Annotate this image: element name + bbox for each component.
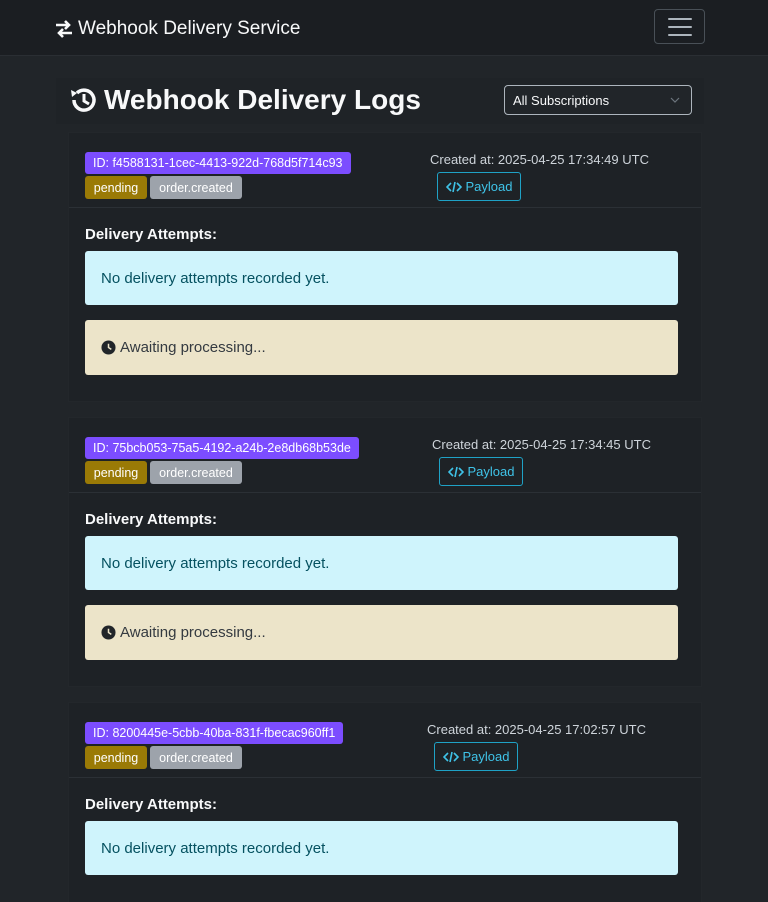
payload-label: Payload — [462, 749, 510, 764]
delivery-card-header: ID: 8200445e-5cbb-40ba-831f-fbecac960ff1… — [69, 703, 701, 778]
created-timestamp: Created at: 2025-04-25 17:02:57 UTC — [427, 722, 646, 737]
payload-button[interactable]: Payload — [439, 457, 523, 486]
event-type-badge: order.created — [150, 461, 242, 484]
code-icon — [445, 181, 462, 192]
event-type-badge: order.created — [150, 176, 242, 199]
clock-icon — [101, 340, 116, 355]
status-badge: pending — [85, 461, 147, 484]
delivery-card: ID: f4588131-1cec-4413-922d-768d5f714c93… — [68, 132, 702, 402]
status-badge: pending — [85, 746, 147, 769]
delivery-id-badge: ID: 75bcb053-75a5-4192-a24b-2e8db68b53de — [85, 437, 359, 459]
exchange-arrows-icon — [56, 20, 72, 38]
delivery-card: ID: 75bcb053-75a5-4192-a24b-2e8db68b53de… — [68, 417, 702, 687]
hamburger-menu-icon — [667, 17, 692, 20]
delivery-id-badge: ID: 8200445e-5cbb-40ba-831f-fbecac960ff1 — [85, 722, 344, 744]
navbar: Webhook Delivery Service — [0, 0, 768, 56]
status-badge: pending — [85, 176, 147, 199]
page-title: Webhook Delivery Logs — [68, 82, 421, 118]
awaiting-processing-alert: Awaiting processing... — [85, 320, 678, 375]
created-timestamp: Created at: 2025-04-25 17:34:45 UTC — [432, 437, 651, 452]
awaiting-processing-text: Awaiting processing... — [120, 624, 266, 641]
no-attempts-alert: No delivery attempts recorded yet. — [85, 251, 678, 305]
no-attempts-alert: No delivery attempts recorded yet. — [85, 536, 678, 590]
navbar-toggle-button[interactable] — [654, 9, 705, 44]
subscription-filter-select[interactable]: All Subscriptions — [504, 85, 692, 115]
subscription-filter-value: All Subscriptions — [513, 92, 610, 108]
chevron-down-icon — [670, 97, 680, 103]
awaiting-processing-text: Awaiting processing... — [120, 339, 266, 356]
code-icon — [442, 751, 459, 762]
history-icon — [71, 88, 96, 112]
brand-label: Webhook Delivery Service — [78, 18, 301, 39]
delivery-attempts-heading: Delivery Attempts: — [85, 226, 217, 243]
payload-button[interactable]: Payload — [437, 172, 521, 201]
clock-icon — [101, 625, 116, 640]
delivery-attempts-heading: Delivery Attempts: — [85, 511, 217, 528]
delivery-card: ID: 8200445e-5cbb-40ba-831f-fbecac960ff1… — [68, 702, 702, 902]
event-type-badge: order.created — [150, 746, 242, 769]
created-timestamp: Created at: 2025-04-25 17:34:49 UTC — [430, 152, 649, 167]
payload-label: Payload — [467, 464, 515, 479]
delivery-attempts-heading: Delivery Attempts: — [85, 796, 217, 813]
awaiting-processing-alert: Awaiting processing... — [85, 605, 678, 660]
no-attempts-alert: No delivery attempts recorded yet. — [85, 821, 678, 875]
payload-label: Payload — [465, 179, 513, 194]
delivery-id-badge: ID: f4588131-1cec-4413-922d-768d5f714c93 — [85, 152, 351, 174]
delivery-card-header: ID: f4588131-1cec-4413-922d-768d5f714c93… — [69, 133, 701, 208]
page-title-text: Webhook Delivery Logs — [104, 84, 421, 115]
code-icon — [447, 466, 464, 477]
payload-button[interactable]: Payload — [434, 742, 518, 771]
delivery-card-header: ID: 75bcb053-75a5-4192-a24b-2e8db68b53de… — [69, 418, 701, 493]
navbar-brand[interactable]: Webhook Delivery Service — [54, 16, 300, 42]
